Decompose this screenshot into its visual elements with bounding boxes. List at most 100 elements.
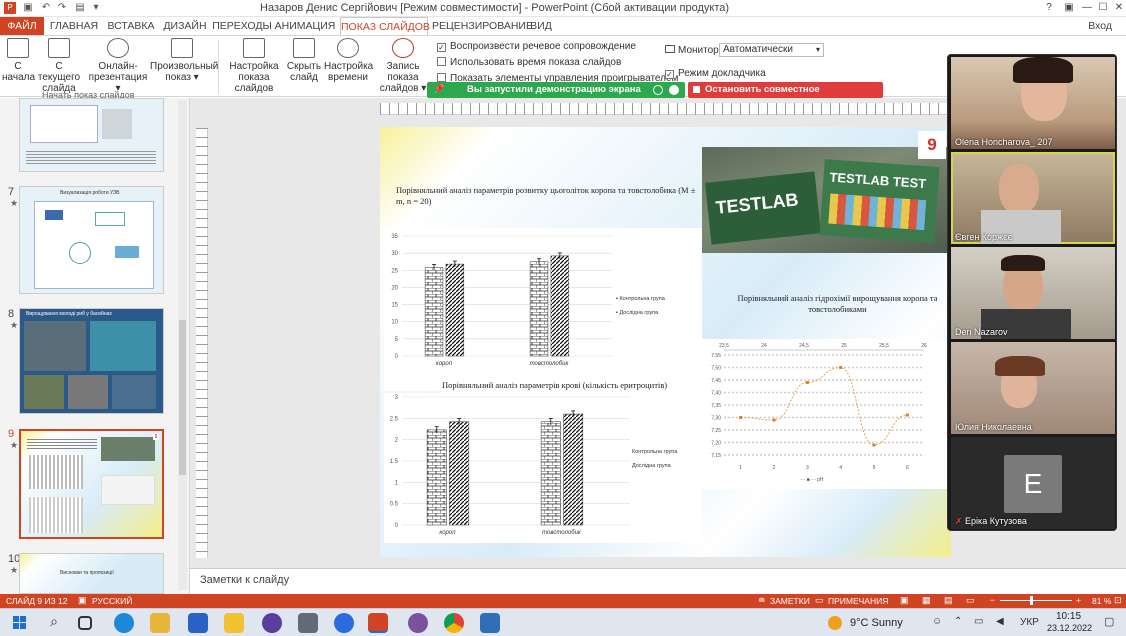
hide-slide-button[interactable]: Скрыть слайд xyxy=(286,38,322,83)
tab-design[interactable]: ДИЗАЙН xyxy=(160,17,210,35)
stop-sharing-button[interactable]: Остановить совместное использование xyxy=(688,82,883,111)
participant-tile[interactable]: Olena Honcharova_ 207 xyxy=(951,57,1115,149)
custom-show-button[interactable]: Произвольный показ ▾ xyxy=(150,38,218,83)
participant-avatar: E xyxy=(1004,455,1062,513)
y-tick-label: 7,40 xyxy=(711,391,721,397)
undo-icon[interactable]: ↶ xyxy=(40,2,52,14)
monitor-select[interactable]: Автоматически ▾ xyxy=(719,43,824,57)
from-current-slide-button[interactable]: С текущего слайда xyxy=(35,38,83,94)
person-icon[interactable]: ☺ xyxy=(932,616,942,627)
clock-date[interactable]: 23.12.2022 xyxy=(1047,623,1092,633)
viber-icon[interactable] xyxy=(408,613,428,633)
notifications-icon[interactable]: ▢ xyxy=(1104,615,1114,628)
zoom-app-icon[interactable] xyxy=(334,613,354,633)
button-label: Настройка xyxy=(229,61,279,72)
title-bar: P ▣ ↶ ↷ ▤ ▾ Назаров Денис Сергійович [Ре… xyxy=(0,0,1126,17)
folder-icon[interactable] xyxy=(224,613,244,633)
participant-tile[interactable]: E ✗ Еріка Кутузова xyxy=(951,437,1115,529)
close-button[interactable]: ✕ xyxy=(1106,0,1126,16)
fit-slide-icon[interactable]: ⊡ xyxy=(1114,595,1122,606)
sign-in-link[interactable]: Вход xyxy=(1088,20,1112,32)
setup-show-button[interactable]: Настройка показа слайдов xyxy=(222,38,286,94)
start-show-icon[interactable]: ▤ xyxy=(74,2,86,14)
tab-review[interactable]: РЕЦЕНЗИРОВАНИЕ xyxy=(432,17,533,35)
network-icon[interactable]: ▭ xyxy=(974,616,983,627)
x-tick-label: 6 xyxy=(906,465,909,471)
edge-icon[interactable] xyxy=(114,613,134,633)
chevron-up-icon[interactable]: ⌃ xyxy=(954,616,962,627)
scrollbar-thumb[interactable] xyxy=(179,320,186,475)
comments-button[interactable]: ПРИМЕЧАНИЯ xyxy=(828,596,888,606)
input-language[interactable]: УКР xyxy=(1020,617,1039,628)
play-narrations-checkbox[interactable]: ✓ Воспроизвести речевое сопровождение xyxy=(437,41,636,52)
tab-transitions[interactable]: ПЕРЕХОДЫ xyxy=(212,17,272,35)
zoom-level[interactable]: 81 % xyxy=(1092,596,1111,606)
slide-thumbnail-7[interactable]: Визуализація роботи УЗВ xyxy=(19,186,164,294)
zoom-in-icon[interactable]: + xyxy=(1076,595,1081,605)
slide-sorter-icon[interactable]: ▦ xyxy=(922,595,931,606)
speaker-icon[interactable]: ◀ xyxy=(996,616,1004,627)
screen-share-banner[interactable]: 📌 Вы запустили демонстрацию экрана xyxy=(427,82,685,98)
zoom-slider[interactable] xyxy=(1000,600,1072,601)
mail-icon[interactable] xyxy=(188,613,208,633)
search-icon[interactable]: ⌕ xyxy=(44,613,64,633)
rehearse-timings-button[interactable]: Настройка времени xyxy=(324,38,373,83)
reading-view-icon[interactable]: ▤ xyxy=(944,595,953,606)
photo-strips xyxy=(828,193,927,231)
use-timings-checkbox[interactable]: Использовать время показа слайдов xyxy=(437,57,621,68)
slideshow-view-icon[interactable]: ▭ xyxy=(966,595,975,606)
presenter-view-checkbox[interactable]: ✓ Режим докладчика xyxy=(665,68,766,79)
redo-icon[interactable]: ↷ xyxy=(56,2,68,14)
slide-thumbnail-6[interactable] xyxy=(19,98,164,172)
setup-show-icon xyxy=(243,38,265,58)
clock-time[interactable]: 10:15 xyxy=(1056,611,1081,622)
app-icon[interactable] xyxy=(262,613,282,633)
checkbox-label: Использовать время показа слайдов xyxy=(450,57,622,68)
button-label: С текущего xyxy=(37,61,81,83)
slide-thumbnail-9[interactable]: 9 xyxy=(19,429,164,539)
spellcheck-icon[interactable]: ▣ xyxy=(78,595,87,606)
record-show-button[interactable]: Запись показа слайдов ▾ xyxy=(372,38,434,94)
slide-thumbnail-8[interactable]: Вирощування молоді риб у басейнах xyxy=(19,308,164,414)
participant-tile[interactable]: Юлия Николаевна xyxy=(951,342,1115,434)
file-explorer-icon[interactable] xyxy=(150,613,170,633)
notes-placeholder: Заметки к слайду xyxy=(200,574,290,586)
notes-button[interactable]: ЗАМЕТКИ xyxy=(770,596,810,606)
participant-tile[interactable]: Den Nazarov xyxy=(951,247,1115,339)
online-presentation-button[interactable]: Онлайн- презентация ▾ xyxy=(86,38,150,94)
tab-home[interactable]: ГЛАВНАЯ xyxy=(48,17,100,35)
thumb-image xyxy=(102,109,132,139)
zoom-out-icon[interactable]: − xyxy=(990,595,995,605)
tab-animation[interactable]: АНИМАЦИЯ xyxy=(274,17,336,35)
tab-insert[interactable]: ВСТАВКА xyxy=(104,17,158,35)
from-beginning-button[interactable]: С начала xyxy=(2,38,35,83)
participant-name: Євген Коржєє xyxy=(955,232,1013,242)
windows-start-icon[interactable] xyxy=(10,613,30,633)
slide-thumbnail-10[interactable]: Висновки та пропозиції xyxy=(19,553,164,594)
participant-tile-active[interactable]: Євген Коржєє xyxy=(951,152,1115,244)
pause-icon[interactable] xyxy=(653,85,663,95)
powerpoint-taskbar-icon[interactable] xyxy=(368,613,388,633)
task-view-icon[interactable] xyxy=(78,616,92,630)
zoom-slider-thumb[interactable] xyxy=(1030,596,1033,605)
notes-pane[interactable]: Заметки к слайду xyxy=(190,568,1126,594)
normal-view-icon[interactable]: ▣ xyxy=(900,595,909,606)
bar xyxy=(424,267,444,357)
chart1-svg: 0 5 10 15 20 25 30 35 короп товстолобик ▪ Контроль… xyxy=(391,234,665,367)
tab-file[interactable]: ФАЙЛ xyxy=(0,17,44,35)
photos-icon[interactable] xyxy=(480,613,500,633)
current-slide[interactable]: TESTLAB TESTLAB TEST 9 Порівняльний анал… xyxy=(380,127,951,557)
thumb-photo xyxy=(24,321,86,371)
windows-taskbar: ⌕ 9°C Sunny ☺ ⌃ ▭ ◀ УКР 10:15 23.12.2022… xyxy=(0,608,1126,636)
calculator-icon[interactable] xyxy=(298,613,318,633)
chrome-icon[interactable] xyxy=(444,613,464,633)
button-label: показ ▾ xyxy=(165,72,199,83)
tab-view[interactable]: ВИД xyxy=(526,17,556,35)
tab-slideshow[interactable]: ПОКАЗ СЛАЙДОВ xyxy=(340,17,430,35)
language-indicator[interactable]: РУССКИЙ xyxy=(92,596,132,606)
weather-widget[interactable]: 9°C Sunny xyxy=(850,617,903,629)
save-icon[interactable]: ▣ xyxy=(22,2,34,14)
video-participants-panel[interactable]: Olena Honcharova_ 207 Євген Коржєє Den N… xyxy=(947,54,1117,531)
customize-qat-icon[interactable]: ▾ xyxy=(90,2,102,14)
windows-logo-part xyxy=(13,616,19,622)
